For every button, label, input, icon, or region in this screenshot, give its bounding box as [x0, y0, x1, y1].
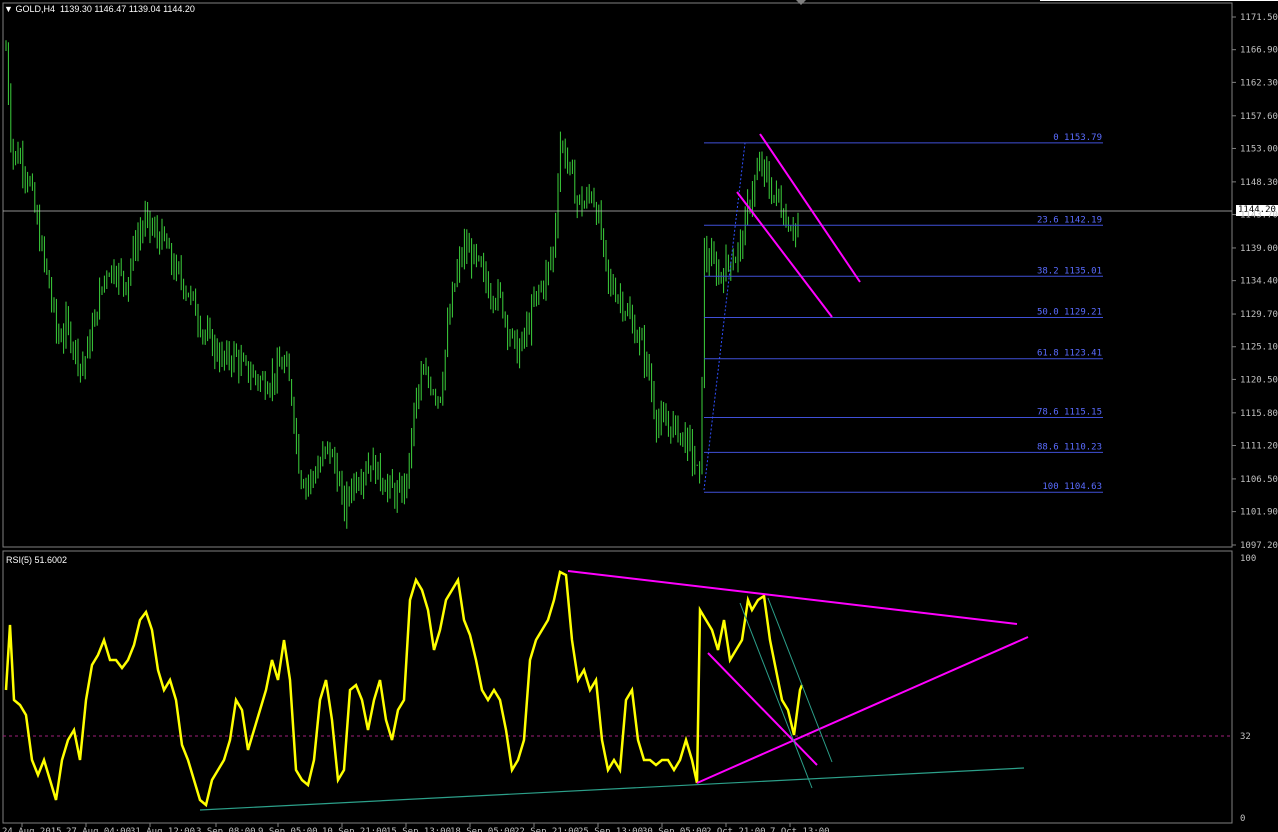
price-tick-label: 1139.00: [1240, 244, 1278, 254]
price-tick-label: 1120.50: [1240, 375, 1278, 385]
price-tick-label: 1125.10: [1240, 343, 1278, 353]
fib-level-label: 23.6 1142.19: [1037, 215, 1102, 225]
price-tick-label: 1157.60: [1240, 112, 1278, 122]
price-tick-label: 1153.00: [1240, 144, 1278, 154]
price-axis: 1171.50 1166.90 1162.30 1157.60 1153.00 1148.…: [1232, 13, 1278, 551]
time-tick-label: 24 Aug 2015: [2, 827, 62, 832]
price-tick-label: 1101.90: [1240, 508, 1278, 518]
time-tick-label: 25 Sep 13:00: [578, 827, 643, 832]
rsi-tick-label: 32: [1240, 732, 1251, 742]
fib-level-label: 50.0 1129.21: [1037, 308, 1102, 318]
time-tick-label: 27 Aug 04:00: [66, 827, 131, 832]
fib-level-label: 38.2 1135.01: [1037, 266, 1102, 276]
time-tick-label: 30 Sep 05:00: [642, 827, 707, 832]
price-tick-label: 1106.50: [1240, 475, 1278, 485]
chart-canvas[interactable]: 1171.50 1166.90 1162.30 1157.60 1153.00 1148.…: [0, 0, 1278, 832]
price-tick-label: 1148.30: [1240, 178, 1278, 188]
fib-level-label: 88.6 1110.23: [1037, 442, 1102, 452]
rsi-channel-line[interactable]: [707, 652, 818, 766]
price-tick-label: 1166.90: [1240, 46, 1278, 56]
price-tick-label: 1097.20: [1240, 541, 1278, 551]
time-tick-label: 18 Sep 05:00: [450, 827, 515, 832]
rsi-line: [4, 570, 804, 808]
price-tick-label: 1171.50: [1240, 13, 1278, 23]
fib-level-label: 100 1104.63: [1042, 482, 1102, 492]
fibonacci-retracement[interactable]: 0 1153.79 23.6 1142.19 38.2 1135.01 50.0 11…: [704, 133, 1103, 493]
channel-upper-line[interactable]: [759, 133, 861, 283]
price-tick-label: 1111.20: [1240, 442, 1278, 452]
rsi-pane-border: [2, 550, 1233, 824]
time-tick-label: 9 Sep 05:00: [258, 827, 318, 832]
time-tick-label: 7 Oct 13:00: [770, 827, 830, 832]
price-tick-label: 1129.70: [1240, 310, 1278, 320]
price-tick-label: 1134.40: [1240, 277, 1278, 287]
rsi-upper-trendline[interactable]: [567, 570, 1018, 625]
time-axis: 24 Aug 2015 27 Aug 04:0031 Aug 12:00 3 Sep…: [2, 823, 830, 832]
fib-level-label: 78.6 1115.15: [1037, 407, 1102, 417]
time-tick-label: 22 Sep 21:00: [514, 827, 579, 832]
price-tick-label: 1162.30: [1240, 78, 1278, 88]
rsi-lower-trendline[interactable]: [696, 636, 1029, 784]
time-tick-label: 3 Sep 08:00: [196, 827, 256, 832]
rsi-tick-label: 0: [1240, 814, 1245, 824]
price-tick-label: 1115.80: [1240, 409, 1278, 419]
rsi-axis: 100 32 0: [1240, 554, 1256, 824]
price-tick-label: 1143.70: [1240, 211, 1278, 221]
rsi-tick-label: 100: [1240, 554, 1256, 564]
time-tick-label: 15 Sep 13:00: [386, 827, 451, 832]
time-tick-label: 2 Oct 21:00: [706, 827, 766, 832]
time-tick-label: 31 Aug 12:00: [130, 827, 195, 832]
time-tick-label: 10 Sep 21:00: [322, 827, 387, 832]
fib-level-label: 61.8 1123.41: [1037, 349, 1102, 359]
fib-level-label: 0 1153.79: [1053, 133, 1102, 143]
candles-group: [5, 40, 799, 529]
rsi-support-line[interactable]: [199, 767, 1025, 811]
